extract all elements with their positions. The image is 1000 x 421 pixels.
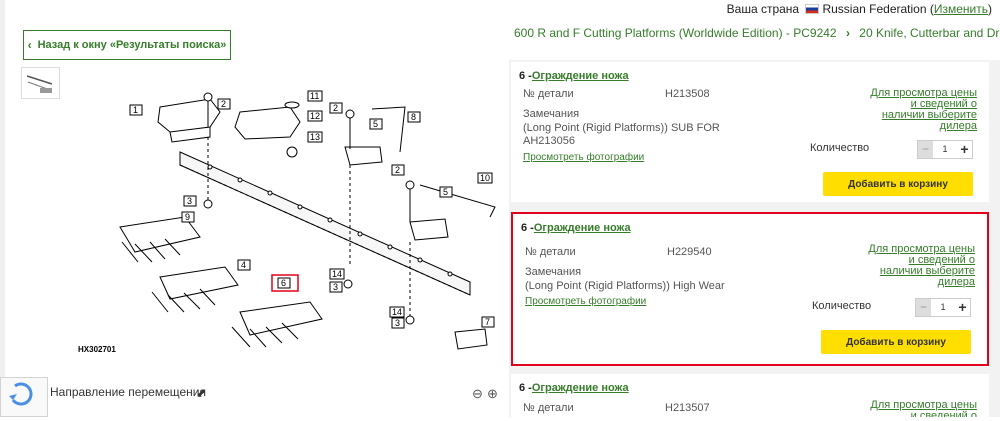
part-card: 6 -Ограждение ножа № детали H213507 Для … [511,374,989,417]
part-number: H213508 [665,88,710,100]
svg-text:14: 14 [392,307,402,317]
part-number: H229540 [667,246,712,258]
part-title: 6 -Ограждение ножа [521,222,631,234]
part-number-label: № детали [525,246,576,258]
svg-text:4: 4 [241,260,246,270]
quantity-value[interactable]: 1 [933,141,957,158]
part-card: 6 -Ограждение ножа № детали H213508 Заме… [511,62,989,202]
svg-text:10: 10 [480,173,490,183]
svg-text:7: 7 [485,317,490,327]
quantity-label: Количество [812,300,872,312]
svg-text:2: 2 [395,165,400,175]
svg-text:8: 8 [411,112,416,122]
part-number: H213507 [665,402,710,414]
minus-icon[interactable]: − [918,141,933,158]
svg-text:14: 14 [332,269,342,279]
add-to-cart-button[interactable]: Добавить в корзину [821,330,971,354]
svg-text:5: 5 [443,187,448,197]
remarks-text: (Long Point (Rigid Platforms)) High Wear [525,280,725,292]
chevron-left-icon: ‹ [27,38,32,52]
arrow-down-left-icon: ⬋ [196,386,207,400]
price-dealer-link[interactable]: Для просмотра цены и сведений о наличии … [865,244,975,288]
direction-label: Направление перемещения [50,385,206,399]
svg-text:13: 13 [310,132,320,142]
remarks-label: Замечания [523,108,580,120]
russia-flag-icon [805,3,820,14]
remarks-text: (Long Point (Rigid Platforms)) SUB FOR A… [523,122,720,147]
svg-text:9: 9 [185,212,190,222]
part-number-label: № детали [523,402,574,414]
left-edge-bar [0,0,5,417]
svg-text:2: 2 [333,103,338,113]
country-name: Russian Federation [822,2,927,16]
quantity-stepper[interactable]: − 1 + [917,140,973,159]
parts-diagram[interactable]: 1 2 11 12 13 2 5 8 3 9 10 2 5 4 6 14 3 1… [60,67,503,377]
part-title: 6 -Ограждение ножа [519,70,629,82]
minus-icon[interactable]: − [916,299,931,316]
svg-text:3: 3 [395,318,400,328]
part-number-label: № детали [523,88,574,100]
breadcrumb: 600 R and F Cutting Platforms (Worldwide… [514,26,1000,40]
quantity-value[interactable]: 1 [931,299,955,316]
svg-text:3: 3 [187,196,192,206]
svg-text:5: 5 [373,119,378,129]
country-bar: Ваша страна Russian Federation (Изменить… [726,2,992,16]
chevron-right-icon: › [845,26,850,40]
part-name-link[interactable]: Ограждение ножа [532,70,629,82]
price-dealer-link[interactable]: Для просмотра цены и сведений о [867,400,977,418]
part-card-selected: 6 -Ограждение ножа № детали H229540 Заме… [511,212,989,366]
svg-text:12: 12 [310,111,320,121]
back-to-results-button[interactable]: ‹ Назад к окну «Результаты поиска» [23,30,231,60]
country-label: Ваша страна [726,2,800,16]
svg-text:1: 1 [133,105,138,115]
zoom-out-icon[interactable]: ⊖ [472,386,483,402]
plus-icon[interactable]: + [955,299,970,316]
svg-text:2: 2 [221,99,226,109]
part-title: 6 -Ограждение ножа [519,382,629,394]
add-to-cart-button[interactable]: Добавить в корзину [823,172,973,196]
breadcrumb-item-model[interactable]: 600 R and F Cutting Platforms (Worldwide… [514,26,837,40]
svg-text:3: 3 [333,282,338,292]
price-dealer-link[interactable]: Для просмотра цены и сведений о наличии … [867,88,977,132]
view-photos-link[interactable]: Просмотреть фотографии [523,152,644,163]
svg-text:6: 6 [281,278,286,288]
diagram-thumbnail[interactable] [21,67,60,99]
zoom-in-icon[interactable]: ⊕ [487,386,498,402]
recaptcha-badge[interactable] [0,377,48,417]
quantity-label: Количество [810,142,870,154]
remarks-label: Замечания [525,266,582,278]
svg-text:11: 11 [310,91,319,101]
breadcrumb-item-section[interactable]: 20 Knife, Cutterbar and Drives [859,26,1000,40]
diagram-code: HX302701 [78,345,116,354]
quantity-stepper[interactable]: − 1 + [915,298,971,317]
plus-icon[interactable]: + [957,141,972,158]
part-name-link[interactable]: Ограждение ножа [534,222,631,234]
change-country-link[interactable]: Изменить [934,2,988,16]
part-name-link[interactable]: Ограждение ножа [532,382,629,394]
view-photos-link[interactable]: Просмотреть фотографии [525,296,646,307]
back-button-label: Назад к окну «Результаты поиска» [37,39,227,51]
